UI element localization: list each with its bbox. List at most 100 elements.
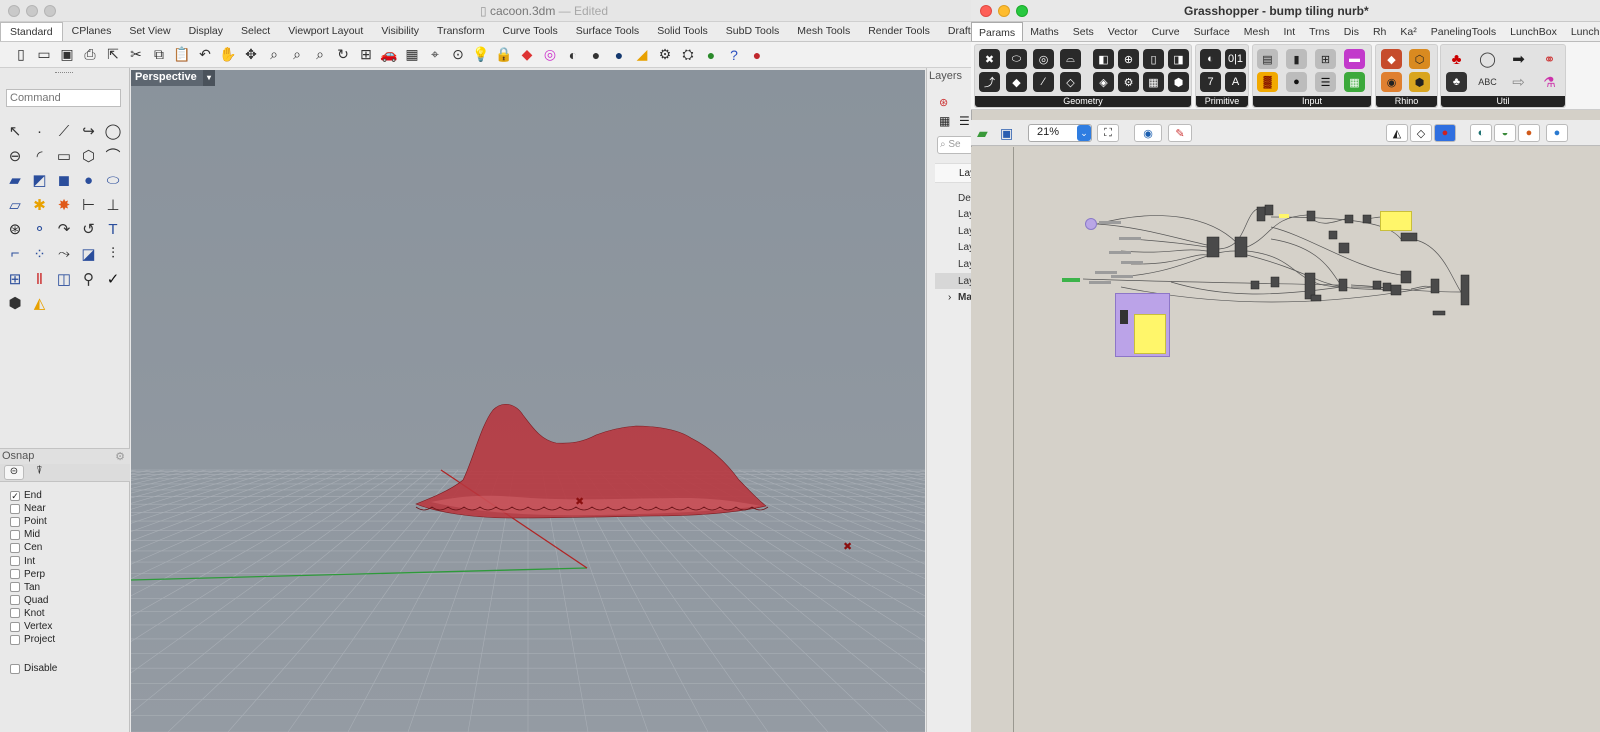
slider[interactable] [1062,278,1080,282]
grasshopper-canvas[interactable] [971,147,1600,732]
toggle-icon[interactable]: ▮ [1286,49,1307,69]
box-icon[interactable]: ◼ [53,169,75,191]
tab-viewport-layout[interactable]: Viewport Layout [279,22,372,41]
analyze-icon[interactable]: Ⅱ [29,268,51,290]
cylinder-icon[interactable]: ⬭ [102,169,124,191]
value-list-icon[interactable]: ☰ [1315,72,1336,92]
tab-curve[interactable]: Curve [1145,22,1187,41]
patch-icon[interactable]: ▱ [4,194,26,216]
osnap-checkbox[interactable] [10,595,20,606]
osnap-checkbox[interactable] [10,516,20,527]
tab-solid-tools[interactable]: Solid Tools [648,22,717,41]
fitness-icon[interactable]: ⚭ [1539,49,1560,69]
command-input[interactable] [6,89,121,107]
osnap-item[interactable]: ✓ End [10,490,42,501]
tab-vector[interactable]: Vector [1101,22,1145,41]
plane-param-icon[interactable]: ◧ [1093,49,1114,69]
geometry-icon[interactable]: ◆ [1006,72,1027,92]
osnap-item[interactable]: Vertex [10,621,52,632]
light-icon[interactable]: 💡 [470,44,492,66]
osnap-item[interactable]: Cen [10,542,42,553]
preview-icon[interactable]: ◭ [1386,124,1408,142]
component-node[interactable] [1400,232,1418,242]
filter-icon[interactable]: ⍒ [36,465,43,478]
close-button[interactable] [980,5,992,17]
bake-icon[interactable]: ◆ [1381,49,1402,69]
panel-grip[interactable] [55,72,73,74]
tab-cplanes[interactable]: CPlanes [63,22,121,41]
osnap-item[interactable]: Mid [10,529,40,540]
new-file-icon[interactable]: ▯ [10,44,32,66]
osnap-checkbox[interactable] [10,542,20,553]
surface-param-icon[interactable]: ◨ [1168,49,1189,69]
array-icon[interactable]: ⁘ [29,243,51,265]
print-icon[interactable]: ⎙ [79,44,101,66]
color-wheel-icon[interactable]: ◎ [539,44,561,66]
zoom-window-icon[interactable]: ⌕ [286,44,308,66]
component-node[interactable] [1390,284,1402,296]
tab-surface-tools[interactable]: Surface Tools [567,22,648,41]
panel[interactable] [1380,211,1412,231]
tab-transform[interactable]: Transform [428,22,493,41]
mesh-param-icon[interactable]: ◇ [1060,72,1081,92]
tab-panelingtools[interactable]: PanelingTools [1424,22,1503,41]
gear-puzzle-icon[interactable]: ✱ [29,194,51,216]
tab-sets[interactable]: Sets [1066,22,1101,41]
list-icon[interactable]: ☰ [959,114,970,128]
component-node[interactable] [1306,210,1316,222]
cherries-icon[interactable]: ♣ [1446,49,1467,69]
four-views-icon[interactable]: ⊞ [355,44,377,66]
number-param-icon[interactable]: 7 [1200,72,1221,92]
wireframe-icon[interactable]: ◇ [1410,124,1432,142]
osnap-item[interactable]: Point [10,516,47,527]
paste-icon[interactable]: 📋 [171,44,193,66]
split-icon[interactable]: ⊥ [102,194,124,216]
array-grid-icon[interactable]: ⊞ [4,268,26,290]
cplane-icon[interactable]: ⌖ [424,44,446,66]
open-file-icon[interactable]: ▭ [33,44,55,66]
tab-mesh-tools[interactable]: Mesh Tools [788,22,859,41]
import-icon[interactable]: ⇱ [102,44,124,66]
osnap-item[interactable]: Int [10,556,35,567]
tab-maths[interactable]: Maths [1023,22,1066,41]
param-node[interactable] [1111,275,1133,278]
select-arrow-icon[interactable]: ↖ [4,120,26,142]
orient-icon[interactable]: ⤳ [53,243,75,265]
car-icon[interactable]: 🚗 [378,44,400,66]
tab-mesh[interactable]: Mesh [1237,22,1277,41]
arrow-outline-icon[interactable]: ⇨ [1508,72,1529,92]
panel[interactable] [1134,314,1166,354]
component-node[interactable] [1430,278,1440,294]
minimize-button[interactable] [998,5,1010,17]
tab-curve-tools[interactable]: Curve Tools [494,22,567,41]
globe-icon[interactable]: ◐ [1470,124,1492,142]
flask-icon[interactable]: ⚗ [1539,72,1560,92]
vector-param-icon[interactable]: ⚙ [1118,72,1139,92]
colour-swatch-icon[interactable]: ▬ [1344,49,1365,69]
osnap-checkbox[interactable] [10,608,20,619]
rotate-icon[interactable]: ↷ [53,218,75,240]
component-node[interactable] [1362,214,1372,224]
rectangle-param-icon[interactable]: ▯ [1143,49,1164,69]
button-object-icon[interactable]: ● [1286,72,1307,92]
param-node[interactable] [1121,261,1143,264]
brep-param-icon[interactable]: ⬭ [1006,49,1027,69]
component-node[interactable] [1432,310,1446,316]
layer-icon[interactable]: ◆ [516,44,538,66]
component-node[interactable] [1338,278,1348,292]
text-param-icon[interactable]: A [1225,72,1246,92]
point-icon[interactable]: · [29,120,51,142]
tab-int[interactable]: Int [1276,22,1302,41]
material-sphere-icon[interactable]: ● [608,44,630,66]
arrow-right-icon[interactable]: ➡ [1508,49,1529,69]
shaded-preview-icon[interactable]: ● [1434,124,1456,142]
component-node[interactable] [1264,204,1274,216]
disable-checkbox[interactable] [10,663,20,674]
panel[interactable] [1279,214,1289,218]
spotlight-icon[interactable]: ◢ [631,44,653,66]
save-icon[interactable]: ▣ [56,44,78,66]
dimension-icon[interactable]: ⌐ [4,243,26,265]
render-sphere-icon[interactable]: ● [585,44,607,66]
extrude-icon[interactable]: ◩ [29,169,51,191]
fillet-icon[interactable]: ⌒ [102,145,124,167]
